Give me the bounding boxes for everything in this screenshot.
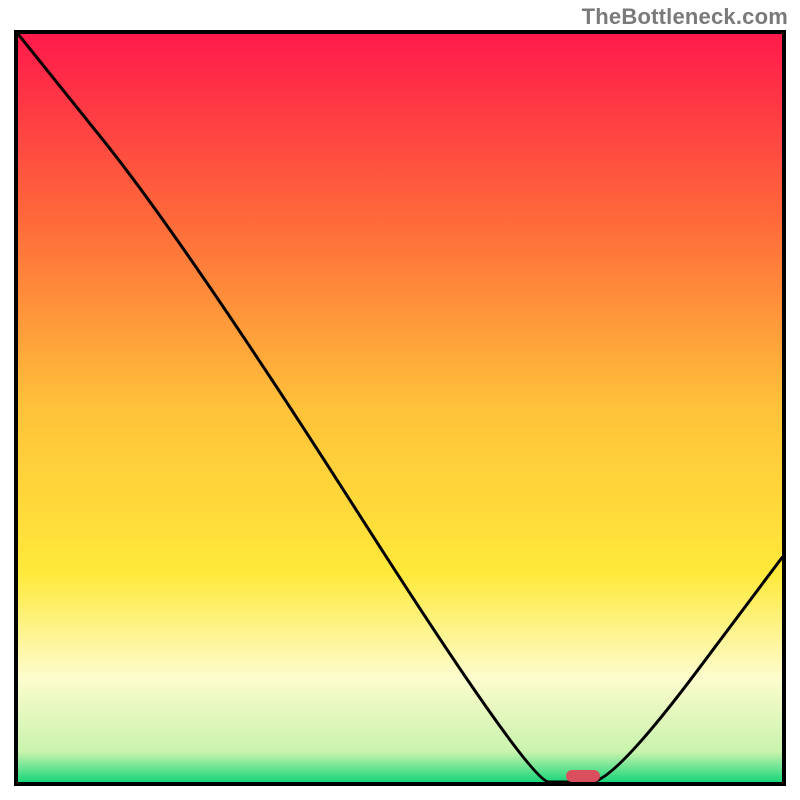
- bottleneck-chart: [18, 34, 782, 782]
- optimal-point-marker: [566, 770, 600, 782]
- gradient-background: [18, 34, 782, 782]
- chart-frame: TheBottleneck.com: [0, 0, 800, 800]
- attribution-label: TheBottleneck.com: [582, 4, 788, 30]
